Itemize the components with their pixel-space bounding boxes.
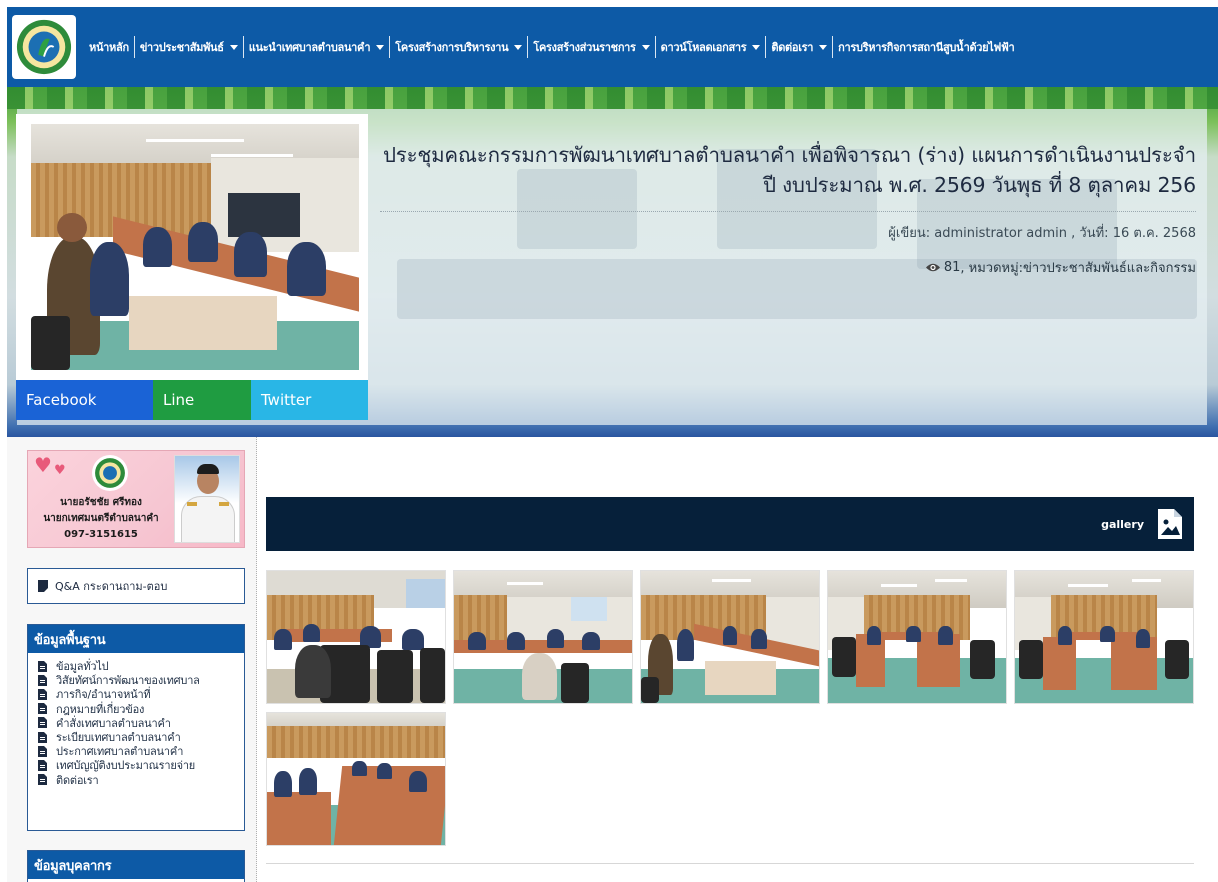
mayor-name: นายอรัชชัย ศรีทอง bbox=[60, 497, 142, 508]
personnel-widget: ข้อมูลบุคลากร bbox=[27, 850, 245, 882]
category-link[interactable]: ข่าวประชาสัมพันธ์และกิจกรรม bbox=[1023, 257, 1196, 278]
gallery-thumbnail[interactable] bbox=[640, 570, 820, 704]
gallery-thumbnail[interactable] bbox=[266, 712, 446, 846]
file-icon bbox=[38, 674, 47, 686]
nav-item-admin-structure[interactable]: โครงสร้างการบริหารงาน bbox=[390, 36, 529, 58]
mayor-info: นายอรัชชัย ศรีทอง นายกเทศมนตรีตำบลนาคำ 0… bbox=[28, 495, 174, 543]
municipality-seal-icon bbox=[92, 455, 128, 491]
nav-item-home[interactable]: หน้าหลัก bbox=[84, 36, 135, 58]
nav-item-pumping-station[interactable]: การบริหารกิจการสถานีสูบน้ำด้วยไฟฟ้า bbox=[833, 36, 1019, 58]
qa-board-label: Q&A กระดานถาม-ตอบ bbox=[55, 580, 168, 593]
nav-item-label: แนะนำเทศบาลตำบลนาคำ bbox=[248, 41, 371, 54]
caret-down-icon bbox=[641, 44, 650, 50]
share-line-button[interactable]: Line bbox=[153, 380, 251, 420]
mayor-portrait bbox=[174, 455, 240, 543]
heart-icon: ♥ bbox=[34, 453, 52, 477]
comment-icon bbox=[38, 580, 48, 592]
file-icon bbox=[38, 688, 47, 700]
article-author-date: ผู้เขียน: administrator admin , วันที่: … bbox=[888, 226, 1196, 241]
site-logo[interactable] bbox=[12, 15, 76, 79]
article-title: ประชุมคณะกรรมการพัฒนาเทศบาลตำบลนาคำ เพื่… bbox=[382, 143, 1196, 197]
file-icon bbox=[38, 703, 47, 715]
share-buttons: Facebook Line Twitter bbox=[16, 380, 368, 420]
gallery-thumbnail[interactable] bbox=[266, 570, 446, 704]
nav-item-downloads[interactable]: ดาวน์โหลดเอกสาร bbox=[656, 36, 767, 58]
nav-item-label: โครงสร้างการบริหารงาน bbox=[395, 41, 509, 54]
nav-item-label: ดาวน์โหลดเอกสาร bbox=[660, 41, 747, 54]
file-icon bbox=[38, 774, 47, 786]
gallery-header: gallery bbox=[266, 497, 1194, 551]
nav-item-label: หน้าหลัก bbox=[89, 41, 129, 54]
mayor-phone: 097-3151615 bbox=[64, 529, 138, 540]
file-icon bbox=[38, 745, 47, 757]
nav-item-label: ติดต่อเรา bbox=[771, 41, 814, 54]
article-stats: 81 , หมวดหมู่: ข่าวประชาสัมพันธ์และกิจกร… bbox=[925, 257, 1196, 278]
left-sidebar: ♥ ♥ นายอรัชชัย ศรีทอง นายกเทศมนตรีตำบลนา… bbox=[7, 437, 257, 882]
file-icon bbox=[38, 759, 47, 771]
featured-image-card: Facebook Line Twitter bbox=[16, 114, 368, 420]
content-divider bbox=[266, 863, 1194, 864]
list-item-label: ติดต่อเรา bbox=[56, 773, 99, 787]
file-icon bbox=[38, 660, 47, 672]
municipality-seal-icon bbox=[16, 19, 72, 75]
eye-icon bbox=[925, 263, 940, 272]
file-icon bbox=[38, 717, 47, 729]
share-facebook-button[interactable]: Facebook bbox=[16, 380, 153, 420]
caret-down-icon bbox=[514, 44, 523, 50]
view-count: 81 bbox=[943, 260, 961, 275]
list-item[interactable]: ติดต่อเรา bbox=[38, 773, 244, 787]
gallery-label: gallery bbox=[1101, 517, 1144, 531]
hero-decorative-stripes bbox=[7, 87, 1218, 109]
basic-info-heading: ข้อมูลพื้นฐาน bbox=[28, 625, 244, 653]
nav-item-department-structure[interactable]: โครงสร้างส่วนราชการ bbox=[528, 36, 656, 58]
top-navigation-bar: หน้าหลัก ข่าวประชาสัมพันธ์ แนะนำเทศบาลตำ… bbox=[7, 7, 1218, 87]
category-prefix: , หมวดหมู่: bbox=[960, 261, 1024, 276]
featured-meeting-photo[interactable] bbox=[31, 124, 359, 370]
nav-item-label: การบริหารกิจการสถานีสูบน้ำด้วยไฟฟ้า bbox=[838, 41, 1015, 54]
nav-item-about[interactable]: แนะนำเทศบาลตำบลนาคำ bbox=[244, 36, 391, 58]
qa-board-link[interactable]: Q&A กระดานถาม-ตอบ bbox=[27, 568, 245, 604]
nav-item-news[interactable]: ข่าวประชาสัมพันธ์ bbox=[135, 36, 244, 58]
main-content: gallery bbox=[258, 437, 1218, 882]
mayor-banner[interactable]: ♥ ♥ นายอรัชชัย ศรีทอง นายกเทศมนตรีตำบลนา… bbox=[27, 450, 245, 548]
nav-item-contact[interactable]: ติดต่อเรา bbox=[766, 36, 834, 58]
caret-down-icon bbox=[819, 44, 828, 50]
nav-item-label: โครงสร้างส่วนราชการ bbox=[533, 41, 636, 54]
basic-info-list: ข้อมูลทั่วไป วิสัยทัศน์การพัฒนาของเทศบาล… bbox=[28, 653, 244, 791]
gallery-thumbnail[interactable] bbox=[827, 570, 1007, 704]
file-icon bbox=[38, 731, 47, 743]
basic-info-widget: ข้อมูลพื้นฐาน ข้อมูลทั่วไป วิสัยทัศน์การ… bbox=[27, 624, 245, 831]
gallery-thumbnail[interactable] bbox=[453, 570, 633, 704]
personnel-heading: ข้อมูลบุคลากร bbox=[28, 851, 244, 879]
title-divider bbox=[380, 211, 1196, 212]
heart-icon: ♥ bbox=[54, 463, 66, 478]
caret-down-icon bbox=[752, 44, 761, 50]
image-file-icon bbox=[1158, 509, 1182, 539]
main-menu: หน้าหลัก ข่าวประชาสัมพันธ์ แนะนำเทศบาลตำ… bbox=[84, 36, 1019, 58]
nav-item-label: ข่าวประชาสัมพันธ์ bbox=[139, 41, 224, 54]
share-twitter-button[interactable]: Twitter bbox=[251, 380, 368, 420]
caret-down-icon bbox=[229, 44, 238, 50]
gallery-thumbnail[interactable] bbox=[1014, 570, 1194, 704]
mayor-position: นายกเทศมนตรีตำบลนาคำ bbox=[43, 513, 159, 524]
caret-down-icon bbox=[376, 44, 385, 50]
